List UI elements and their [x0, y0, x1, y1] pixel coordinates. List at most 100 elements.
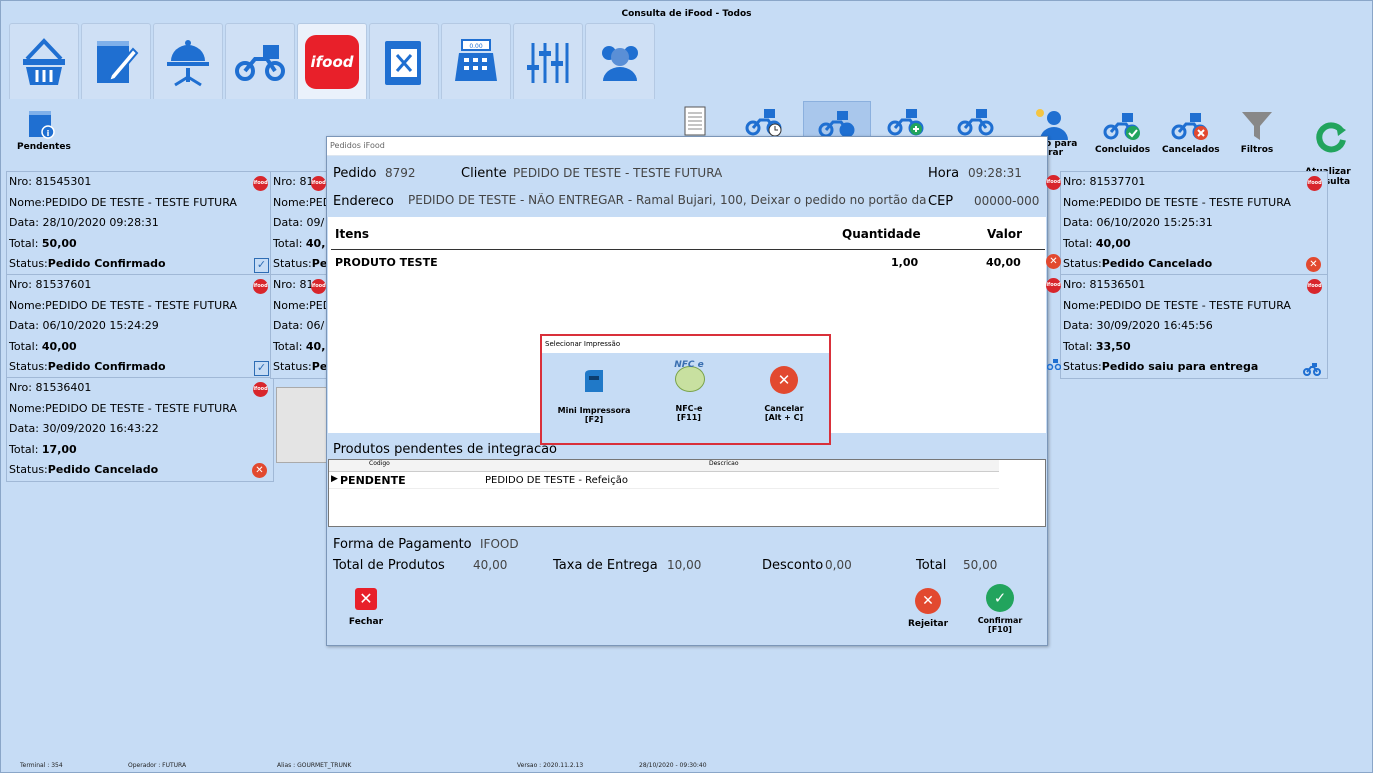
order-total-value: 40,00 [41, 339, 77, 353]
close-icon: ✕ [355, 588, 377, 610]
selecionar-impressao-dialog: Selecionar Impressão Mini Impressora [F2… [540, 334, 831, 445]
delivery-motorbike-icon [1046, 358, 1061, 373]
cancelled-icon: ✕ [1046, 254, 1061, 269]
pend-descricao: PEDIDO DE TESTE - Refeição [485, 475, 628, 486]
motorbike-clock-icon [745, 109, 782, 137]
order-card[interactable]: Nro: 81536501 Nome:PEDIDO DE TESTE - TEST… [1060, 274, 1328, 379]
rejeitar-button[interactable]: ✕ Rejeitar [905, 588, 951, 629]
total-label: Total [916, 558, 947, 573]
menu-book-icon [385, 40, 421, 85]
person-sun-icon [1036, 109, 1068, 140]
item-quantidade: 1,00 [891, 256, 919, 269]
order-total-row: Total: 17,00 [7, 440, 273, 461]
order-card[interactable]: Nro: 815 Nome:PED Data: 06/Total: 40, Statu… [270, 274, 332, 379]
settings-module-button[interactable] [513, 23, 583, 99]
filtros-button[interactable]: Filtros [1240, 110, 1274, 155]
ifood-module-button[interactable]: ifood [297, 23, 367, 99]
ifood-logo-icon: ifood [305, 34, 359, 89]
total-produtos-label: Total de Produtos [333, 558, 445, 573]
pendentes-label: Pendentes [17, 142, 71, 152]
order-total-row: Total: 40,00 [7, 337, 273, 358]
window-title: Consulta de iFood - Todos [621, 9, 752, 19]
order-status-label: Status: [9, 360, 48, 373]
order-nro: Nro: 81536501 [1063, 278, 1146, 291]
nfce-logo-text: NFC e [674, 360, 704, 370]
order-card[interactable]: Nro: 81537601 Nome:PEDIDO DE TESTE - TEST… [6, 274, 274, 379]
order-total-label: Total: [9, 236, 42, 250]
order-nro: Nro: 81545301 [9, 175, 92, 188]
table-row[interactable]: ▶ PENDENTE PEDIDO DE TESTE - Refeição [329, 473, 999, 489]
order-data: Data: 28/10/2020 09:28:31 [9, 216, 159, 229]
delivery-module-button[interactable] [225, 23, 295, 99]
mini-impressora-button[interactable]: Mini Impressora [F2] [554, 366, 634, 424]
order-nome: Nome:PEDIDO DE TESTE - TESTE FUTURA [9, 401, 237, 415]
printer-icon [585, 370, 603, 392]
items-header-divider [331, 249, 1045, 250]
fechar-button[interactable]: ✕ Fechar [344, 588, 388, 627]
order-total-row: Total: 40, [271, 234, 331, 255]
ifood-badge-icon: ifood [1307, 176, 1322, 191]
descricao-header: Descricao [709, 460, 739, 467]
hora-label: Hora [928, 166, 960, 181]
ifood-badge-icon: ifood [253, 382, 268, 397]
ifood-badge-icon: ifood [311, 176, 326, 191]
cash-register-module-button[interactable]: 0.00 [441, 23, 511, 99]
order-total-value: 40,00 [1095, 236, 1131, 250]
order-status-row: Status:Pe [271, 254, 331, 275]
motorbike-icon [235, 44, 285, 81]
mini-impressora-label: Mini Impressora [F2] [557, 406, 631, 424]
order-card[interactable]: Nro: 81537701 Nome:PEDIDO DE TESTE - TEST… [1060, 171, 1328, 276]
order-total-value: 17,00 [41, 442, 77, 456]
basket-module-button[interactable] [9, 23, 79, 99]
refresh-icon [1316, 122, 1346, 153]
order-total-label: Total: [9, 339, 42, 353]
reject-icon: ✕ [915, 588, 941, 614]
order-status-value: Pedido saiu para entrega [1101, 360, 1259, 373]
order-status-row: Status:Pe [271, 357, 331, 378]
order-nome: Nome:PEDIDO DE TESTE - TESTE FUTURA [9, 195, 237, 209]
cancelar-button[interactable]: ✕ Cancelar [Alt + C] [744, 366, 824, 422]
order-card[interactable]: Nro: 815 Nome:PED Data: 09/Total: 40, Statu… [270, 171, 332, 276]
tb-info-button[interactable] [803, 101, 871, 138]
total-produtos-value: 40,00 [473, 558, 508, 572]
pendentes-button[interactable]: i Pendentes [17, 109, 71, 152]
menu-module-button[interactable] [369, 23, 439, 99]
order-card[interactable]: Nro: 81536401 Nome:PEDIDO DE TESTE - TEST… [6, 377, 274, 482]
confirm-check-icon: ✓ [986, 584, 1014, 612]
confirmar-label: Confirmar [F10] [977, 616, 1023, 634]
order-card[interactable]: Nro: 81545301 Nome:PEDIDO DE TESTE - TEST… [6, 171, 274, 276]
confirmed-check-icon: ✓ [254, 361, 269, 376]
svg-text:0.00: 0.00 [469, 43, 483, 50]
order-status-label: Status: [9, 257, 48, 270]
forma-pagamento-label: Forma de Pagamento [333, 537, 472, 552]
cloche-icon [167, 39, 209, 86]
order-total-value: 40, [305, 236, 326, 250]
order-data: Data: 06/10/2020 15:25:31 [1063, 216, 1213, 229]
motorbike-plus-icon [887, 109, 924, 136]
taxa-entrega-label: Taxa de Entrega [553, 558, 658, 573]
order-data: Data: 06/10/2020 15:24:29 [9, 319, 159, 332]
fechar-label: Fechar [348, 617, 384, 627]
order-status-label: Status: [1063, 257, 1102, 270]
svg-text:i: i [47, 129, 50, 138]
nfce-button[interactable]: NFC e NFC-e [F11] [649, 360, 729, 422]
rejeitar-label: Rejeitar [907, 619, 949, 629]
users-module-button[interactable] [585, 23, 655, 99]
concluidos-label: Concluidos [1095, 145, 1151, 155]
ifood-badge-icon: ifood [1046, 278, 1061, 293]
motorbike-cancel-icon [1171, 113, 1208, 140]
table-service-module-button[interactable] [153, 23, 223, 99]
pending-notepad-icon: i [29, 111, 55, 139]
concluidos-button[interactable]: Concluidos [1095, 110, 1150, 155]
item-produto: PRODUTO TESTE [335, 256, 438, 269]
cash-register-icon: 0.00 [455, 38, 497, 81]
cancelados-button[interactable]: Cancelados [1162, 110, 1220, 155]
tb-list-button[interactable] [682, 106, 708, 136]
confirmar-button[interactable]: ✓ Confirmar [F10] [977, 584, 1023, 634]
order-nome: Nome:PEDIDO DE TESTE - TESTE FUTURA [1063, 195, 1291, 209]
order-total-row: Total: 33,50 [1061, 337, 1327, 358]
notepad-module-button[interactable] [81, 23, 151, 99]
order-total-value: 50,00 [41, 236, 77, 250]
cliente-label: Cliente [461, 166, 507, 181]
para-retirar-label: o para irar [1045, 139, 1078, 158]
